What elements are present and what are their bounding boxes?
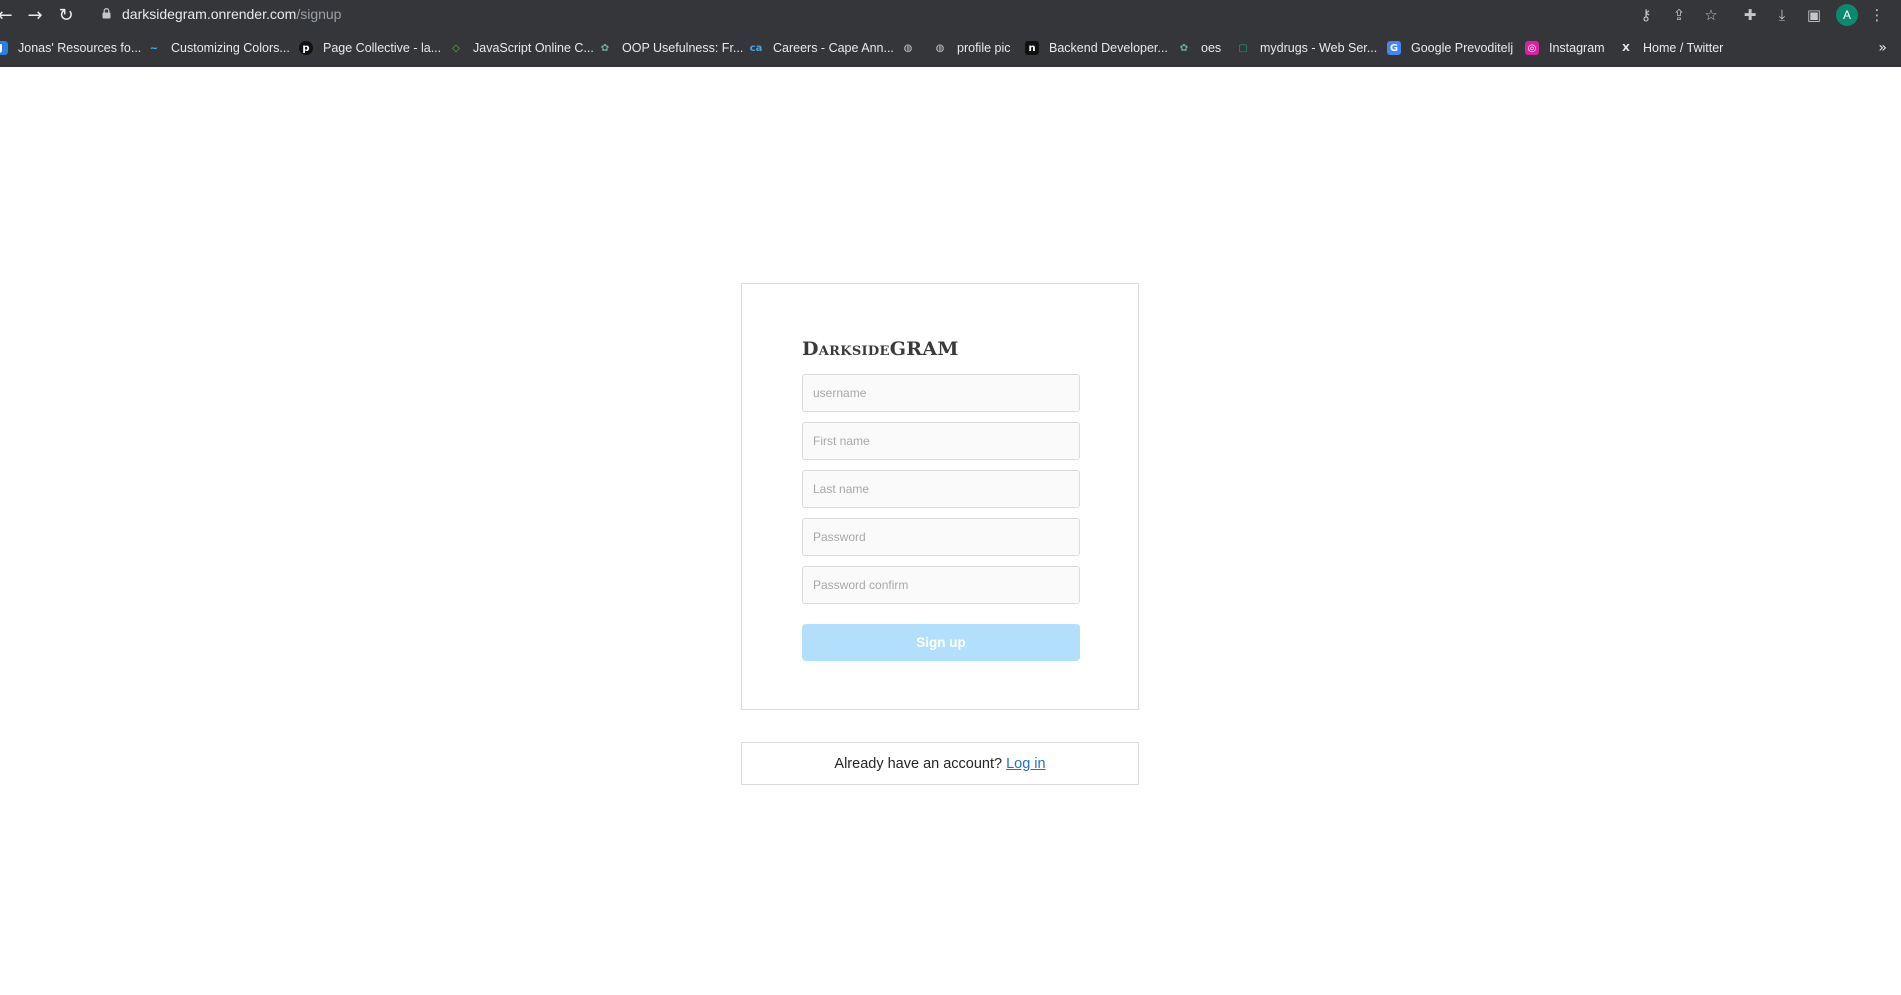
- bookmark-label: Customizing Colors...: [171, 41, 290, 55]
- star-icon[interactable]: ☆: [1700, 4, 1722, 26]
- bookmark-favicon-icon: ✿: [1179, 42, 1189, 54]
- bookmark-item[interactable]: ▢ mydrugs - Web Ser...: [1236, 37, 1377, 59]
- first-name-field[interactable]: [802, 422, 1080, 460]
- puzzle-icon[interactable]: ✚: [1739, 4, 1761, 26]
- app-logo: DarksideGRAM: [802, 338, 959, 360]
- browser-toolbar: ← → ↻ darksidegram.onrender.com/signup ⚷…: [0, 0, 1901, 30]
- bookmark-item[interactable]: ◍ profile pic: [933, 37, 1011, 59]
- instagram-icon: ◎: [1525, 41, 1539, 55]
- url-path: /signup: [296, 6, 342, 22]
- signup-button[interactable]: Sign up: [802, 624, 1080, 661]
- bookmarks-bar: J Jonas' Resources fo... ~ Customizing Col…: [0, 37, 1901, 59]
- password-field[interactable]: [802, 518, 1080, 556]
- signup-card: DarksideGRAM Sign up: [741, 283, 1139, 710]
- bookmark-label: Jonas' Resources fo...: [18, 41, 142, 55]
- share-icon[interactable]: ⇪: [1668, 4, 1690, 26]
- globe-icon: ◍: [903, 42, 913, 54]
- browser-chrome: ← → ↻ darksidegram.onrender.com/signup ⚷…: [0, 0, 1901, 67]
- bookmark-label: oes: [1201, 41, 1222, 55]
- bookmark-favicon-icon: p: [299, 41, 313, 55]
- bookmark-item[interactable]: ca Careers - Cape Ann...: [749, 37, 894, 59]
- bookmark-label: Home / Twitter: [1643, 41, 1724, 55]
- bookmark-item[interactable]: ✿ oes: [1177, 37, 1221, 59]
- bookmark-label: profile pic: [957, 41, 1011, 55]
- bookmark-item[interactable]: ◎ Instagram: [1525, 37, 1605, 59]
- bookmark-favicon-icon: ca: [749, 42, 763, 54]
- username-field[interactable]: [802, 374, 1080, 412]
- address-bar[interactable]: darksidegram.onrender.com/signup: [88, 2, 1788, 28]
- bookmark-favicon-icon: ~: [149, 42, 159, 54]
- profile-avatar[interactable]: A: [1836, 4, 1858, 26]
- login-link[interactable]: Log in: [1006, 756, 1046, 772]
- bookmark-item[interactable]: G Google Prevoditelj: [1387, 37, 1513, 59]
- bookmark-favicon-icon: G: [1387, 41, 1401, 55]
- bookmark-label: Instagram: [1549, 41, 1605, 55]
- bookmark-label: OOP Usefulness: Fr...: [622, 41, 744, 55]
- bookmark-label: mydrugs - Web Ser...: [1260, 41, 1378, 55]
- globe-icon: ◍: [935, 42, 945, 54]
- bookmark-item[interactable]: ✿ OOP Usefulness: Fr...: [598, 37, 744, 59]
- login-prompt: Already have an account? Log in: [741, 742, 1139, 785]
- url-host: darksidegram.onrender.com: [122, 6, 297, 22]
- bookmark-label: Backend Developer...: [1049, 41, 1168, 55]
- bookmark-favicon-icon: ◇: [452, 42, 460, 54]
- bookmark-item[interactable]: J Jonas' Resources fo...: [0, 37, 141, 59]
- x-twitter-icon: X: [1622, 42, 1630, 54]
- reload-icon[interactable]: ↻: [55, 4, 77, 26]
- bookmark-favicon-icon: ✿: [600, 42, 610, 54]
- bookmark-label: Page Collective - la...: [323, 41, 442, 55]
- bookmark-label: JavaScript Online C...: [473, 41, 594, 55]
- download-icon[interactable]: ⤓: [1771, 4, 1793, 26]
- lock-icon: [102, 8, 111, 19]
- bookmark-item[interactable]: n Backend Developer...: [1025, 37, 1168, 59]
- side-panel-icon[interactable]: ▣: [1803, 4, 1825, 26]
- bookmark-item[interactable]: ◇ JavaScript Online C...: [449, 37, 594, 59]
- last-name-field[interactable]: [802, 470, 1080, 508]
- bookmark-label: Careers - Cape Ann...: [773, 41, 894, 55]
- bookmark-label: Google Prevoditelj: [1411, 41, 1514, 55]
- kebab-menu-icon[interactable]: ⋮: [1866, 4, 1888, 26]
- arrow-right-icon[interactable]: →: [24, 4, 46, 26]
- password-confirm-field[interactable]: [802, 566, 1080, 604]
- bookmark-item[interactable]: ~ Customizing Colors...: [147, 37, 290, 59]
- bookmark-favicon-icon: n: [1025, 41, 1039, 55]
- bookmark-item[interactable]: X Home / Twitter: [1619, 37, 1723, 59]
- bookmark-favicon-icon: J: [0, 41, 8, 55]
- bookmark-item[interactable]: p Page Collective - la...: [299, 37, 441, 59]
- key-icon[interactable]: ⚷: [1635, 4, 1657, 26]
- login-prompt-text: Already have an account?: [834, 755, 1003, 772]
- arrow-left-icon[interactable]: ←: [0, 4, 16, 26]
- bookmark-favicon-icon: ▢: [1238, 42, 1248, 54]
- url-text: darksidegram.onrender.com/signup: [122, 6, 341, 22]
- bookmark-item[interactable]: ◍: [901, 37, 915, 59]
- bookmarks-overflow-icon[interactable]: »: [1878, 37, 1887, 59]
